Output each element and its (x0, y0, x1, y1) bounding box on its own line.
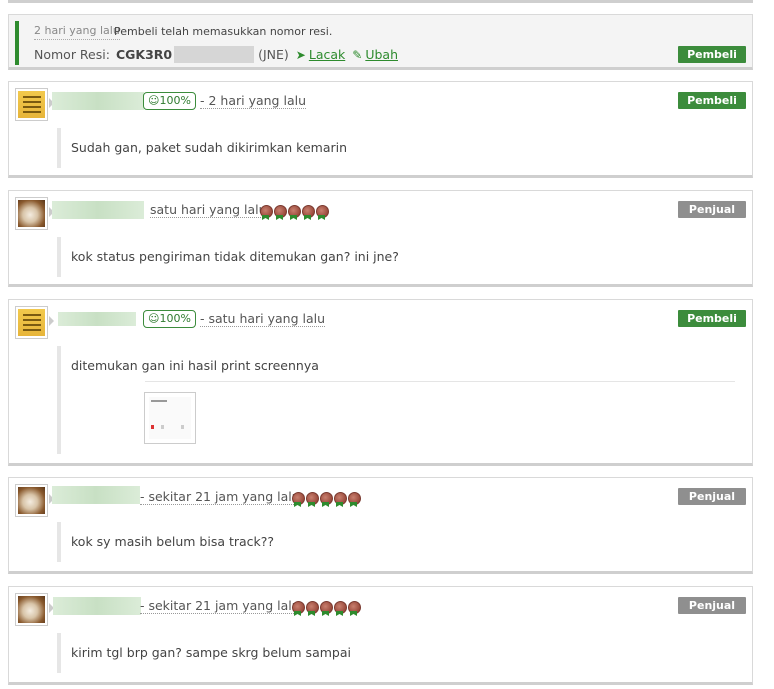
medal-icon (273, 205, 287, 220)
medal-icon (315, 205, 329, 220)
resi-label: Nomor Resi: (34, 47, 110, 62)
medal-icon (287, 205, 301, 220)
smiley-icon: ☺ (148, 94, 160, 107)
medal-icon (305, 492, 319, 507)
username-redacted[interactable] (58, 312, 136, 326)
avatar[interactable] (15, 593, 48, 626)
seller-reputation (291, 492, 361, 507)
medal-icon (347, 601, 361, 616)
role-badge-seller: Penjual (678, 488, 746, 505)
resi-number: CGK3R0 (115, 47, 173, 62)
comment-text: kok status pengiriman tidak ditemukan ga… (57, 237, 399, 277)
rating-badge: ☺100% (143, 92, 196, 110)
comment-text: kirim tgl brp gan? sampe skrg belum samp… (57, 633, 351, 673)
courier-name: (JNE) (258, 47, 289, 62)
medal-icon (291, 601, 305, 616)
username-redacted[interactable] (52, 486, 140, 504)
medal-icon (319, 601, 333, 616)
username-redacted[interactable] (52, 92, 144, 110)
avatar[interactable] (15, 484, 48, 517)
resi-line: Nomor Resi: CGK3R0 (JNE) ➤ Lacak ✎ Ubah (34, 46, 398, 63)
role-badge-buyer: Pembeli (678, 92, 746, 109)
attachment-thumbnail[interactable] (144, 392, 196, 444)
pencil-icon: ✎ (352, 47, 363, 62)
comment-text: Sudah gan, paket sudah dikirimkan kemari… (57, 128, 347, 168)
comment-text: kok sy masih belum bisa track?? (57, 522, 274, 562)
role-badge-seller: Penjual (678, 597, 746, 614)
medal-icon (291, 492, 305, 507)
comment-item: - sekitar 21 jam yang lalu Penjual kok s… (8, 477, 753, 574)
avatar[interactable] (15, 88, 48, 121)
track-link[interactable]: Lacak (309, 47, 345, 62)
comment-item: ☺100% - satu hari yang lalu Pembeli dite… (8, 299, 753, 466)
avatar[interactable] (15, 197, 48, 230)
rating-badge: ☺100% (143, 310, 196, 328)
seller-reputation (259, 205, 329, 220)
smiley-icon: ☺ (148, 312, 160, 325)
attachment-divider (145, 381, 735, 382)
comment-time[interactable]: - satu hari yang lalu (200, 311, 326, 327)
resi-redacted (174, 46, 255, 63)
username-redacted[interactable] (53, 597, 141, 615)
notice-message: Pembeli telah memasukkan nomor resi. (114, 25, 333, 38)
notice-time[interactable]: 2 hari yang lalu (34, 24, 120, 40)
notice-accent-bar (15, 21, 19, 65)
medal-icon (333, 601, 347, 616)
medal-icon (259, 205, 273, 220)
comment-item: - sekitar 21 jam yang lalu Penjual kirim… (8, 586, 753, 685)
role-badge-seller: Penjual (678, 201, 746, 218)
resi-notice: 2 hari yang lalu Pembeli telah memasukka… (8, 14, 753, 70)
comment-time[interactable]: - sekitar 21 jam yang lalu (140, 598, 300, 614)
avatar[interactable] (15, 306, 48, 339)
comment-item: satu hari yang lalu Penjual kok status p… (8, 190, 753, 287)
medal-icon (305, 601, 319, 616)
medal-icon (333, 492, 347, 507)
send-icon: ➤ (295, 47, 306, 62)
comment-time[interactable]: - sekitar 21 jam yang lalu (140, 489, 300, 505)
comment-item: ☺100% - 2 hari yang lalu Pembeli Sudah g… (8, 81, 753, 178)
medal-icon (319, 492, 333, 507)
medal-icon (347, 492, 361, 507)
edit-link[interactable]: Ubah (365, 47, 398, 62)
seller-reputation (291, 601, 361, 616)
comment-time[interactable]: satu hari yang lalu (150, 202, 267, 218)
username-redacted[interactable] (52, 201, 144, 219)
role-badge-buyer: Pembeli (678, 46, 746, 63)
medal-icon (301, 205, 315, 220)
top-divider (8, 0, 753, 3)
role-badge-buyer: Pembeli (678, 310, 746, 327)
comment-time[interactable]: - 2 hari yang lalu (200, 93, 306, 109)
comment-text: ditemukan gan ini hasil print screennya (71, 358, 319, 373)
